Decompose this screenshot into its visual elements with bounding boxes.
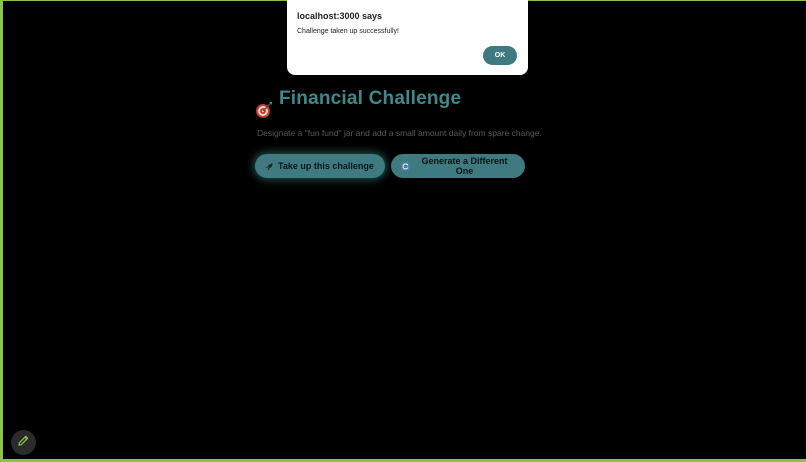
dialog-message: Challenge taken up successfully! <box>297 28 399 35</box>
dialog-title: localhost:3000 says <box>297 11 383 21</box>
dialog-ok-button[interactable]: OK <box>483 46 517 65</box>
challenge-description: Designate a "fun fund" jar and add a sma… <box>257 128 542 138</box>
generate-different-label: Generate a Different One <box>421 156 508 176</box>
take-up-challenge-label: Take up this challenge <box>278 161 374 171</box>
alert-dialog: localhost:3000 says Challenge taken up s… <box>287 0 528 75</box>
generate-different-button[interactable]: Generate a Different One <box>391 154 525 178</box>
pencil-icon <box>17 434 30 452</box>
challenge-actions: Take up this challenge Generate a Differ… <box>255 154 542 178</box>
target-icon <box>255 90 273 118</box>
refresh-icon <box>401 161 410 171</box>
page-title: Financial Challenge <box>255 85 542 118</box>
rocket-icon <box>265 162 274 171</box>
challenge-title: Financial Challenge <box>279 88 462 109</box>
edit-button[interactable] <box>11 430 36 455</box>
challenge-panel: Financial Challenge Designate a "fun fun… <box>255 85 542 178</box>
take-up-challenge-button[interactable]: Take up this challenge <box>255 154 385 178</box>
